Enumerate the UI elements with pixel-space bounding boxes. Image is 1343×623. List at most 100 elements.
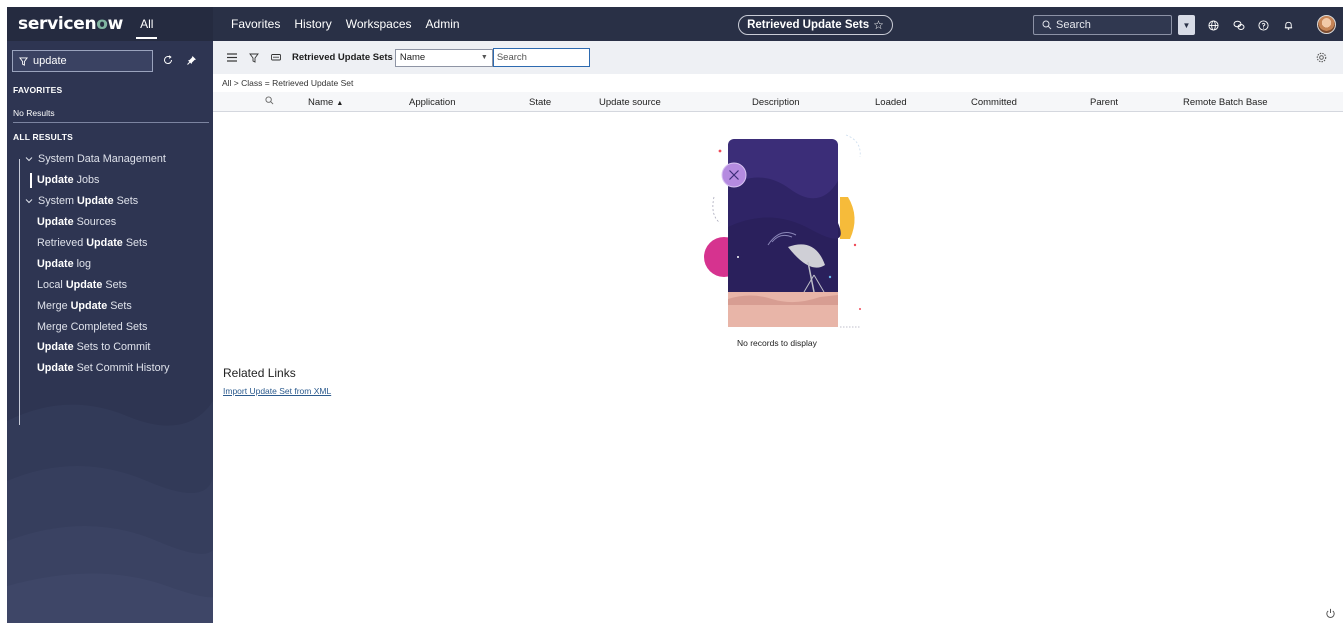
- power-icon[interactable]: [1325, 608, 1336, 619]
- list-search-placeholder: Search: [496, 52, 527, 63]
- global-search-input[interactable]: Search: [1033, 15, 1172, 35]
- nav-admin[interactable]: Admin: [426, 17, 460, 31]
- column-header-description[interactable]: Description: [752, 97, 800, 108]
- module-item-local-update-sets[interactable]: Local Update Sets: [17, 274, 207, 295]
- list-breadcrumb[interactable]: All > Class = Retrieved Update Set: [222, 78, 353, 88]
- module-label: Sets: [125, 237, 148, 249]
- module-label: log: [76, 257, 92, 270]
- module-label-bold: Update: [70, 299, 108, 312]
- module-label-prefix: Local: [37, 278, 63, 291]
- related-links-title: Related Links: [223, 366, 296, 380]
- nav-links: Favorites History Workspaces Admin: [231, 17, 460, 31]
- navigator-filter-input[interactable]: update: [12, 50, 153, 72]
- all-menu-tab[interactable]: All: [135, 7, 158, 41]
- hamburger-menu-icon[interactable]: [226, 52, 238, 64]
- search-scope-dropdown[interactable]: ▼: [1178, 15, 1195, 35]
- refresh-icon[interactable]: [163, 54, 173, 68]
- list-search-input[interactable]: Search: [492, 48, 590, 67]
- module-label: Sets to Commit: [76, 341, 151, 354]
- module-label-bold: Update: [37, 257, 74, 270]
- favorites-no-results: No Results: [13, 108, 55, 118]
- nav-favorites[interactable]: Favorites: [231, 17, 280, 31]
- all-results-section-label: ALL RESULTS: [13, 132, 73, 142]
- module-item-merge-completed-sets[interactable]: Merge Completed Sets: [17, 316, 207, 337]
- import-update-set-from-xml-link[interactable]: Import Update Set from XML: [223, 386, 331, 396]
- module-item-update-log[interactable]: Update log: [17, 253, 207, 274]
- column-header-application[interactable]: Application: [409, 97, 455, 108]
- column-header-committed[interactable]: Committed: [971, 97, 1017, 108]
- user-avatar[interactable]: [1317, 15, 1336, 34]
- list-header-row: Name ▲ Application State Update source De…: [213, 92, 1343, 112]
- module-label: System Data Management: [38, 153, 166, 166]
- module-label: Sets: [116, 195, 139, 208]
- gear-icon[interactable]: [1316, 52, 1327, 63]
- column-header-remote-batch-base[interactable]: Remote Batch Base: [1183, 97, 1268, 108]
- module-label-prefix: System: [38, 195, 74, 208]
- sort-ascending-icon: ▲: [336, 100, 344, 107]
- column-header-loaded[interactable]: Loaded: [875, 97, 907, 108]
- empty-state-illustration: [704, 134, 861, 328]
- module-item-update-jobs[interactable]: Update Jobs: [17, 170, 207, 191]
- logo-area: servicenow All: [7, 7, 213, 41]
- column-header-state[interactable]: State: [529, 97, 551, 108]
- bell-icon[interactable]: [1282, 19, 1295, 32]
- global-search-placeholder: Search: [1056, 19, 1091, 31]
- module-label-prefix: Retrieved: [37, 237, 84, 249]
- filter-actions: [163, 54, 197, 68]
- context-title: Retrieved Update Sets: [747, 19, 870, 31]
- module-label-bold: Update: [37, 362, 74, 375]
- nav-workspaces[interactable]: Workspaces: [346, 17, 412, 31]
- module-label: Sets: [105, 278, 128, 291]
- module-label-bold: Update: [37, 174, 74, 187]
- column-header-parent[interactable]: Parent: [1090, 97, 1118, 108]
- module-item-update-sets-to-commit[interactable]: Update Sets to Commit: [17, 337, 207, 358]
- navigator-results-tree: System Data Management Update Jobs System…: [17, 149, 207, 425]
- module-item-retrieved-update-sets[interactable]: Retrieved Update Sets: [17, 233, 207, 254]
- module-label-bold: Update: [86, 237, 123, 249]
- chevron-down-icon: [25, 155, 33, 163]
- module-label: Merge Completed Sets: [37, 320, 148, 333]
- top-navigation-bar: servicenow All Favorites History Workspa…: [7, 7, 1343, 41]
- sidebar-divider: [13, 122, 209, 123]
- navigator-filter-value: update: [33, 55, 67, 67]
- module-label: Set Commit History: [76, 362, 170, 375]
- module-label-prefix: Merge: [37, 299, 68, 312]
- module-item-update-sources[interactable]: Update Sources: [17, 212, 207, 233]
- chat-icon[interactable]: [1232, 19, 1245, 32]
- module-group-system-data-management[interactable]: System Data Management: [17, 149, 207, 170]
- module-label-bold: Update: [37, 216, 74, 229]
- column-search-icon[interactable]: [265, 96, 274, 108]
- column-header-update-source[interactable]: Update source: [599, 97, 661, 108]
- module-group-system-update-sets[interactable]: System Update Sets: [17, 191, 207, 212]
- module-label-bold: Update: [65, 278, 103, 291]
- nav-history[interactable]: History: [294, 17, 331, 31]
- top-icon-group: [1207, 15, 1295, 35]
- search-field-value: Name: [399, 52, 426, 63]
- navigator-sidebar: update FAVORITES No Results ALL RESULTS …: [7, 41, 213, 623]
- globe-icon[interactable]: [1207, 19, 1220, 32]
- star-icon[interactable]: ☆: [873, 18, 884, 32]
- list-toolbar: Retrieved Update Sets Name ▼ Search: [213, 41, 1343, 74]
- context-title-pill[interactable]: Retrieved Update Sets ☆: [738, 15, 893, 35]
- caret-down-icon: ▼: [1182, 20, 1191, 30]
- chevron-down-icon: [25, 197, 33, 205]
- module-item-merge-update-sets[interactable]: Merge Update Sets: [17, 295, 207, 316]
- module-item-update-set-commit-history[interactable]: Update Set Commit History: [17, 358, 207, 379]
- favorites-section-label: FAVORITES: [13, 85, 63, 95]
- list-view-main: Retrieved Update Sets Name ▼ Search All …: [213, 41, 1343, 623]
- list-title: Retrieved Update Sets: [292, 52, 393, 63]
- pin-icon[interactable]: [187, 55, 197, 68]
- servicenow-logo[interactable]: servicenow: [18, 14, 123, 34]
- module-label: Sources: [76, 216, 117, 229]
- help-icon[interactable]: [1257, 19, 1270, 32]
- navigator-filter-row: update: [12, 50, 208, 72]
- caret-down-icon: ▼: [480, 54, 488, 61]
- filter-icon: [19, 56, 28, 66]
- column-header-name[interactable]: Name ▲: [308, 97, 343, 108]
- filter-icon[interactable]: [248, 52, 260, 64]
- module-label-bold: Update: [37, 341, 74, 354]
- list-context-menu-icon[interactable]: [270, 52, 282, 64]
- empty-state-message: No records to display: [737, 338, 817, 348]
- search-field-select[interactable]: Name ▼: [394, 48, 493, 67]
- module-label-bold: Update: [77, 195, 114, 208]
